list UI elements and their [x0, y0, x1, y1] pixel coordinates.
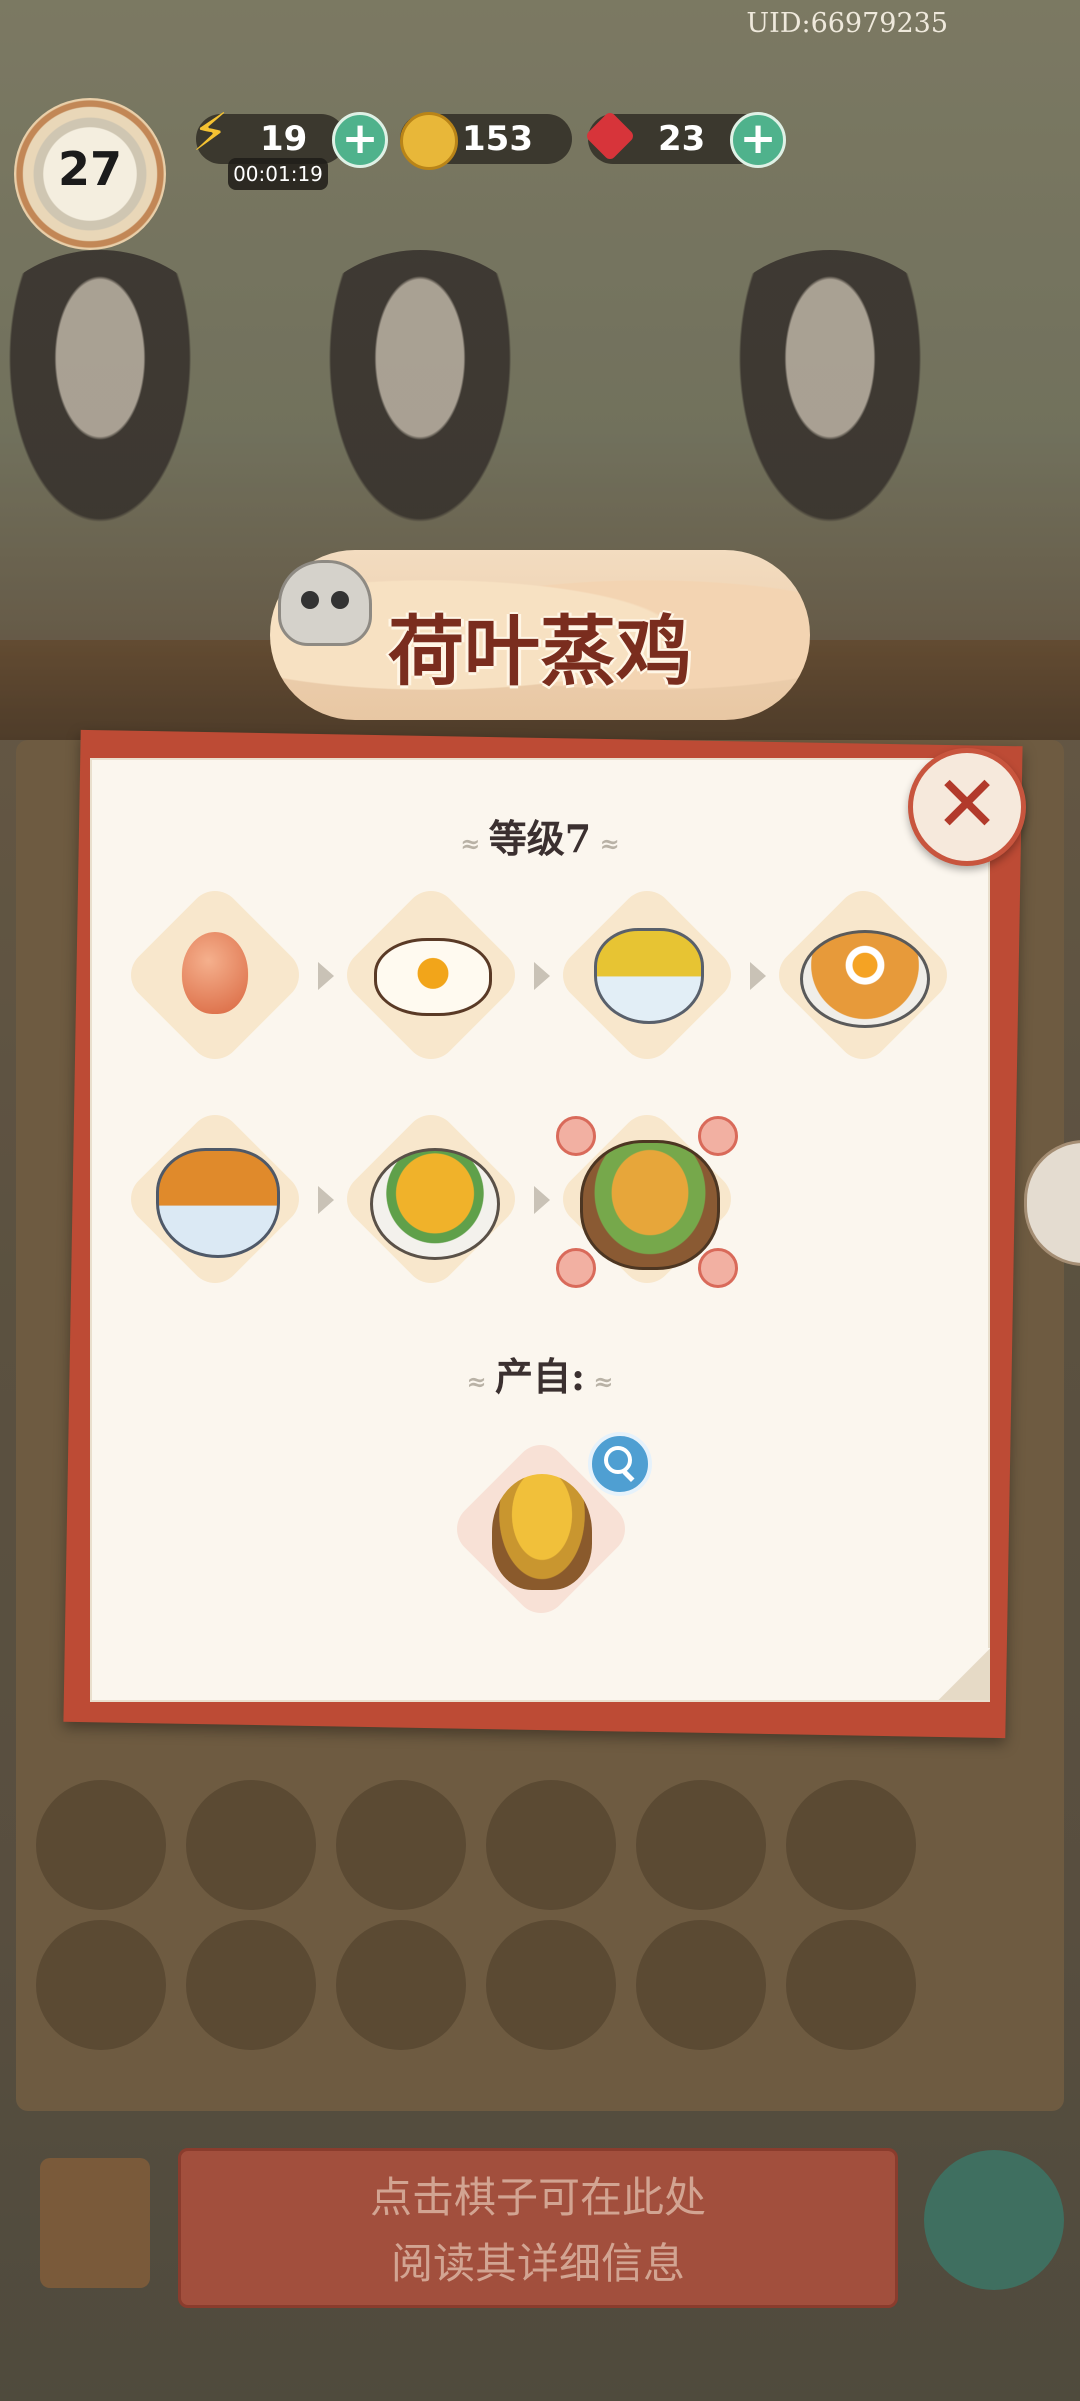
- selection-corner-icon: [556, 1248, 596, 1288]
- coin-counter: 153: [400, 112, 572, 170]
- ornament-right-icon: ≈: [591, 829, 620, 858]
- chain-item-1[interactable]: [120, 880, 310, 1070]
- chain-item-2[interactable]: [336, 880, 526, 1070]
- chain-arrow-icon: [318, 1186, 334, 1214]
- selection-corner-icon: [698, 1248, 738, 1288]
- player-level-number: 27: [57, 142, 122, 196]
- close-button[interactable]: ✕: [908, 748, 1026, 866]
- level-heading: ≈ 等级7 ≈: [380, 808, 700, 863]
- egg-icon: [182, 932, 248, 1014]
- cabinet-button[interactable]: [40, 2158, 150, 2288]
- source-heading: ≈ 产自: ≈: [380, 1346, 700, 1401]
- coin-value: 153: [462, 119, 533, 159]
- chain-item-6[interactable]: [336, 1104, 526, 1294]
- player-level-badge[interactable]: 27: [14, 98, 166, 250]
- coin-icon: [400, 112, 458, 170]
- add-energy-button[interactable]: +: [332, 112, 388, 168]
- lightning-icon: ⚡: [192, 103, 229, 163]
- chain-item-3[interactable]: [552, 880, 742, 1070]
- ornament-left-icon: ≈: [466, 1367, 495, 1396]
- level-label: 等级7: [488, 816, 592, 861]
- hint-line-1: 点击棋子可在此处: [369, 2173, 706, 2222]
- add-gems-button[interactable]: +: [730, 112, 786, 168]
- chicken-rice-bowl-icon: [156, 1148, 280, 1258]
- chain-arrow-icon: [534, 962, 550, 990]
- close-icon: ✕: [934, 760, 1000, 850]
- roast-chicken-plate-icon: [370, 1148, 500, 1260]
- ornament-right-icon: ≈: [585, 1367, 614, 1396]
- egg-fried-rice-bowl-icon: [594, 928, 704, 1024]
- selection-corner-icon: [556, 1116, 596, 1156]
- egg-rice-plate-icon: [800, 930, 930, 1028]
- chain-arrow-icon: [318, 962, 334, 990]
- uid-label: UID:66979235: [746, 8, 948, 39]
- hint-line-2: 阅读其详细信息: [390, 2239, 685, 2288]
- page-fold-corner: [938, 1648, 990, 1700]
- chain-item-4[interactable]: [768, 880, 958, 1070]
- item-info-hint: 点击棋子可在此处 阅读其详细信息: [178, 2148, 898, 2308]
- search-icon[interactable]: [588, 1432, 652, 1496]
- cat-helper-button[interactable]: [924, 2150, 1064, 2290]
- energy-value: 19: [260, 119, 308, 159]
- chain-item-7-selected[interactable]: [552, 1104, 742, 1294]
- chain-item-5[interactable]: [120, 1104, 310, 1294]
- fried-egg-icon: [374, 938, 492, 1016]
- item-title: 荷叶蒸鸡: [388, 607, 692, 696]
- chain-arrow-icon: [534, 1186, 550, 1214]
- hen-on-nest-icon: [492, 1474, 592, 1590]
- gem-value: 23: [658, 119, 706, 159]
- lotus-leaf-steamed-chicken-icon: [580, 1140, 720, 1270]
- ornament-left-icon: ≈: [460, 829, 489, 858]
- source-label: 产自:: [494, 1354, 586, 1399]
- energy-counter: ⚡ 19: [192, 107, 346, 164]
- selection-corner-icon: [698, 1116, 738, 1156]
- energy-timer: 00:01:19: [228, 158, 328, 190]
- chain-arrow-icon: [750, 962, 766, 990]
